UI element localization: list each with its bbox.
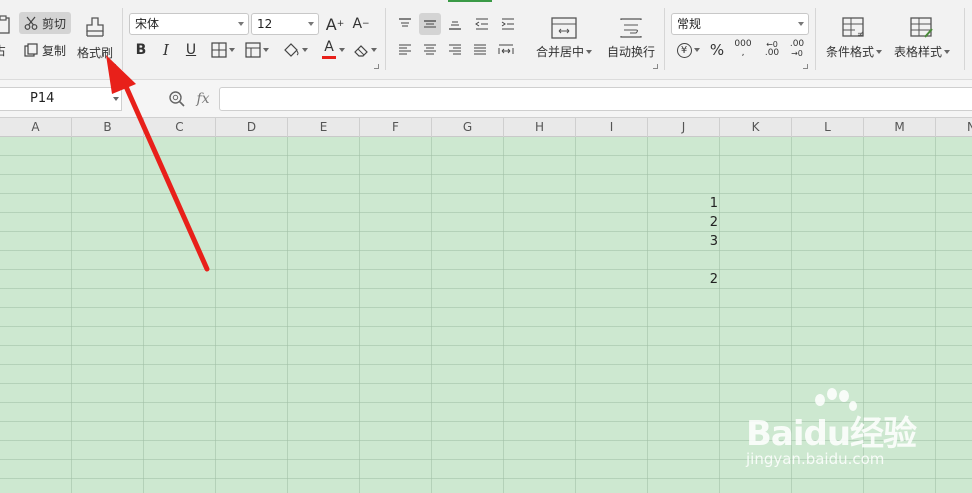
arrow-shaft: [121, 79, 210, 272]
annotation-arrow: [106, 55, 210, 272]
arrow-head: [106, 55, 136, 94]
